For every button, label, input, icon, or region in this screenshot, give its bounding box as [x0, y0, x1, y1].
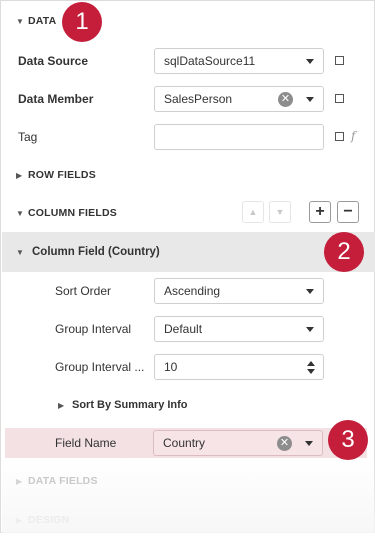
spin-down-icon[interactable] — [307, 368, 315, 374]
group-interval-number-input[interactable]: 10 — [154, 354, 324, 380]
sort-order-label: Sort Order — [55, 284, 112, 298]
move-up-button[interactable]: ▲ — [242, 201, 264, 223]
caret-down-icon[interactable] — [306, 288, 314, 294]
collapse-triangle-icon: ▼ — [16, 16, 25, 26]
sort-by-summary-title: Sort By Summary Info — [72, 399, 188, 411]
caret-down-icon[interactable] — [305, 440, 313, 446]
collapse-triangle-icon: ▼ — [16, 247, 24, 257]
caret-down-icon[interactable] — [306, 96, 314, 102]
data-source-row: Data Source sqlDataSource11 — [2, 42, 375, 80]
group-interval-select[interactable]: Default — [154, 316, 324, 342]
group-interval-label: Group Interval — [55, 322, 132, 336]
group-interval-number-row: Group Interval ... 10 — [2, 348, 375, 386]
expand-triangle-icon: ▶ — [16, 476, 23, 486]
field-name-select[interactable]: Country ✕ — [153, 430, 323, 456]
tag-checkbox[interactable] — [335, 132, 344, 141]
expand-triangle-icon: ▶ — [16, 515, 23, 525]
tag-label: Tag — [18, 130, 38, 144]
move-down-button[interactable]: ▼ — [269, 201, 291, 223]
data-source-value: sqlDataSource11 — [164, 54, 256, 68]
section-row-fields-title: ROW FIELDS — [28, 169, 96, 181]
data-source-select[interactable]: sqlDataSource11 — [154, 48, 324, 74]
group-interval-number-label: Group Interval ... — [55, 360, 145, 374]
properties-panel: ▼ DATA Data Source sqlDataSource11 Data … — [0, 0, 375, 533]
add-field-button[interactable]: + — [309, 201, 331, 223]
spinner[interactable] — [307, 360, 315, 374]
tag-row: Tag f — [2, 118, 375, 156]
section-data-header[interactable]: ▼ DATA — [2, 2, 375, 40]
field-name-row: Field Name Country ✕ — [5, 428, 367, 458]
group-interval-row: Group Interval Default — [2, 310, 375, 348]
data-source-checkbox[interactable] — [335, 56, 344, 65]
sort-order-select[interactable]: Ascending — [154, 278, 324, 304]
tag-input[interactable] — [154, 124, 324, 150]
field-name-value: Country — [163, 436, 206, 450]
spin-up-icon[interactable] — [307, 360, 315, 366]
group-interval-value: Default — [164, 322, 203, 336]
clear-icon[interactable]: ✕ — [278, 91, 293, 107]
field-name-label: Field Name — [55, 436, 117, 450]
section-design-header[interactable]: ▶ DESIGN — [2, 501, 375, 539]
data-member-select[interactable]: SalesPerson ✕ — [154, 86, 324, 112]
data-source-label: Data Source — [18, 54, 89, 68]
expand-triangle-icon: ▶ — [16, 170, 23, 180]
section-data-title: DATA — [28, 15, 57, 27]
data-member-row: Data Member SalesPerson ✕ — [2, 80, 375, 118]
function-f-icon[interactable]: f — [351, 129, 355, 143]
column-field-group-header[interactable]: ▼ Column Field (Country) — [2, 232, 375, 272]
data-member-label: Data Member — [18, 92, 94, 106]
expand-triangle-icon: ▶ — [58, 400, 65, 410]
caret-down-icon[interactable] — [306, 326, 314, 332]
sort-order-value: Ascending — [164, 284, 221, 298]
callout-badge-1: 1 — [62, 2, 102, 42]
sort-by-summary-header[interactable]: ▶ Sort By Summary Info — [58, 386, 188, 424]
callout-badge-2: 2 — [324, 232, 364, 272]
section-column-fields-title: COLUMN FIELDS — [28, 207, 117, 219]
section-design-title: DESIGN — [28, 514, 70, 526]
caret-down-icon[interactable] — [306, 58, 314, 64]
clear-icon[interactable]: ✕ — [277, 435, 292, 451]
section-row-fields-header[interactable]: ▶ ROW FIELDS — [2, 156, 375, 194]
data-member-value: SalesPerson — [164, 92, 233, 106]
collapse-triangle-icon: ▼ — [16, 208, 25, 218]
sort-order-row: Sort Order Ascending — [2, 272, 375, 310]
section-data-fields-header[interactable]: ▶ DATA FIELDS — [2, 462, 375, 500]
data-member-checkbox[interactable] — [335, 94, 344, 103]
column-field-title: Column Field (Country) — [32, 246, 160, 258]
section-data-fields-title: DATA FIELDS — [28, 475, 98, 487]
remove-field-button[interactable]: − — [337, 201, 359, 223]
callout-badge-3: 3 — [328, 420, 368, 460]
group-interval-number-value: 10 — [164, 360, 178, 374]
